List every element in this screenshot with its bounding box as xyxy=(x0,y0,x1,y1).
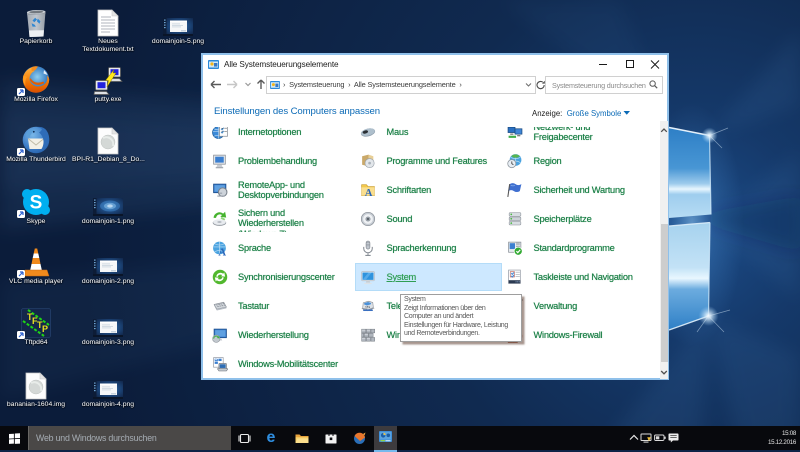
svg-text:S: S xyxy=(30,193,43,214)
svg-text:A: A xyxy=(365,188,373,198)
svg-text:A: A xyxy=(218,247,226,256)
svg-text:P: P xyxy=(42,324,48,334)
